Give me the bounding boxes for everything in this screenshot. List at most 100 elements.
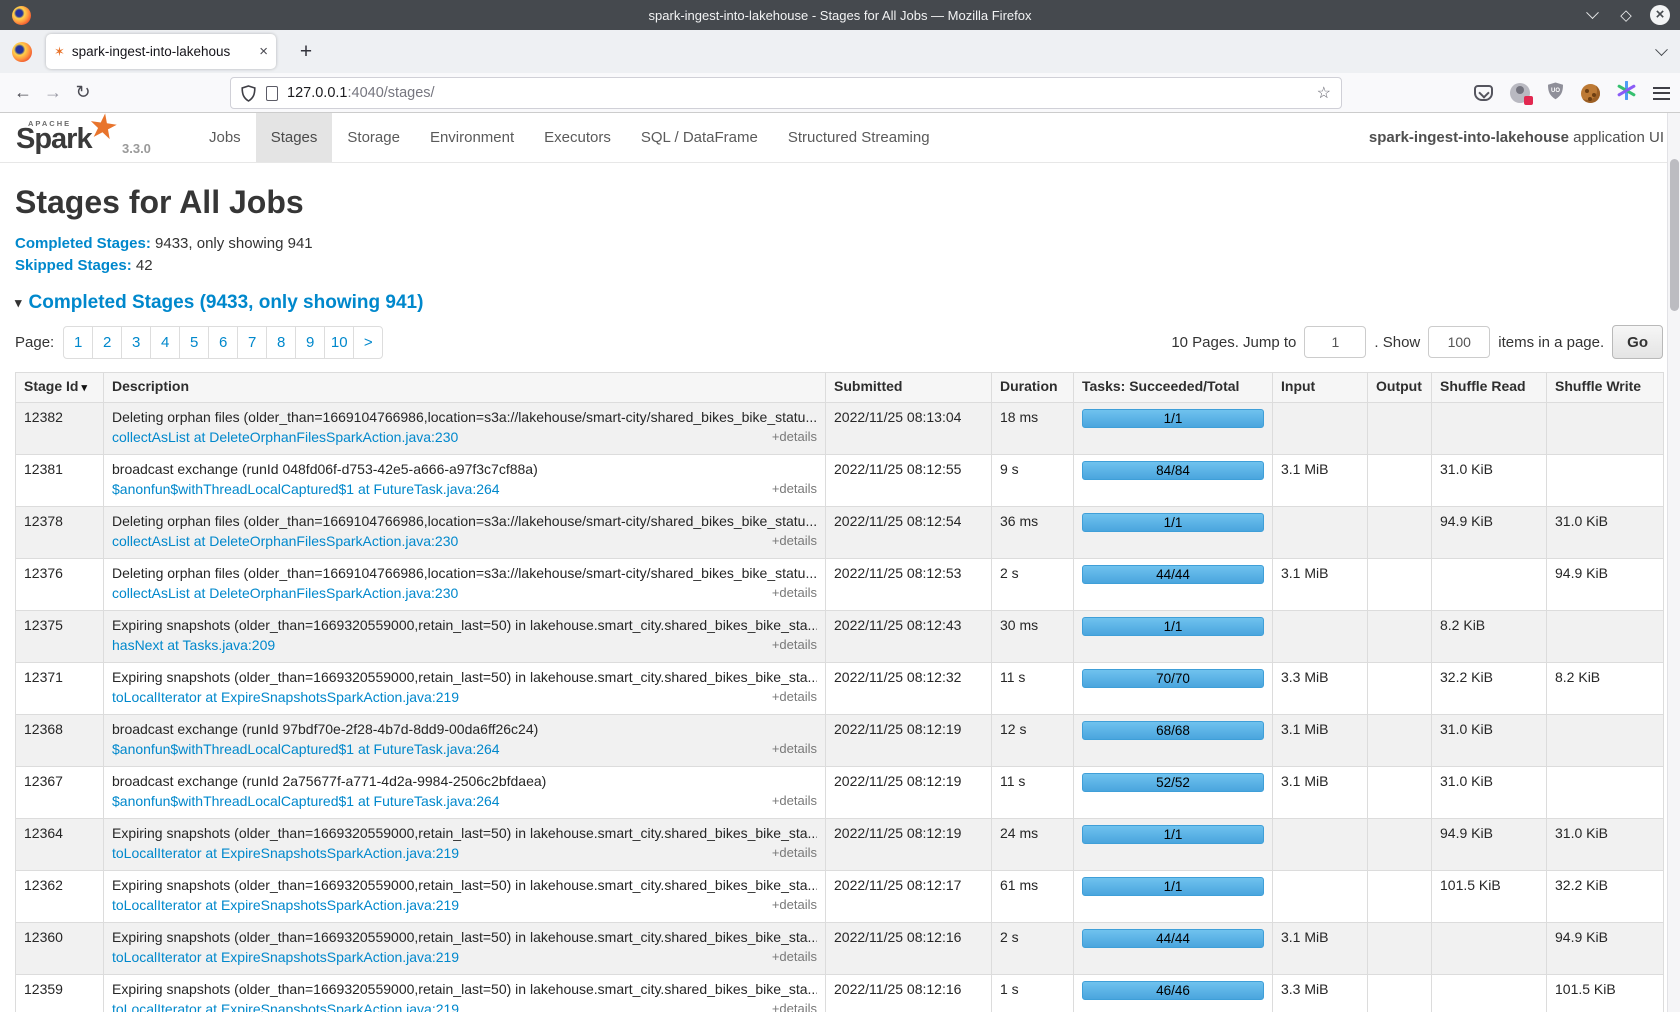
nav-tab-storage[interactable]: Storage (332, 113, 415, 162)
details-toggle[interactable]: +details (772, 741, 817, 756)
jump-to-input[interactable] (1304, 326, 1366, 358)
firefox-view-icon[interactable] (12, 42, 32, 62)
maximize-icon[interactable]: ◇ (1616, 8, 1636, 23)
new-tab-button[interactable]: + (292, 40, 320, 64)
browser-tab[interactable]: ✶ spark-ingest-into-lakehous × (46, 34, 276, 69)
details-toggle[interactable]: +details (772, 845, 817, 860)
stage-description: Deleting orphan files (older_than=166910… (112, 409, 817, 425)
column-header-duration[interactable]: Duration (992, 373, 1074, 403)
spark-logo[interactable]: APACHE ★ Spark (14, 113, 132, 162)
stage-callsite-link[interactable]: toLocalIterator at ExpireSnapshotsSparkA… (112, 1001, 459, 1012)
url-bar[interactable]: 127.0.0.1:4040/stages/ ☆ (230, 77, 1342, 109)
details-toggle[interactable]: +details (772, 533, 817, 548)
tasks-cell: 44/44 (1074, 923, 1273, 975)
hamburger-menu-icon[interactable] (1653, 87, 1670, 100)
forward-button[interactable]: → (38, 82, 68, 103)
description-cell: broadcast exchange (runId 2a75677f-a771-… (104, 767, 826, 819)
stage-callsite-link[interactable]: collectAsList at DeleteOrphanFilesSparkA… (112, 429, 458, 445)
details-toggle[interactable]: +details (772, 689, 817, 704)
nav-tab-structured-streaming[interactable]: Structured Streaming (773, 113, 945, 162)
output-cell (1368, 611, 1432, 663)
pocket-icon[interactable] (1474, 85, 1493, 101)
scrollbar-thumb[interactable] (1670, 159, 1679, 311)
details-toggle[interactable]: +details (772, 637, 817, 652)
stage-callsite-link[interactable]: collectAsList at DeleteOrphanFilesSparkA… (112, 585, 458, 601)
details-toggle[interactable]: +details (772, 585, 817, 600)
page-button-group: 12345678910> (63, 326, 383, 359)
tasks-progress-bar: 84/84 (1082, 461, 1264, 480)
stage-callsite-link[interactable]: collectAsList at DeleteOrphanFilesSparkA… (112, 533, 458, 549)
tasks-cell: 70/70 (1074, 663, 1273, 715)
page-button-4[interactable]: 4 (150, 326, 180, 359)
details-toggle[interactable]: +details (772, 949, 817, 964)
window-titlebar: spark-ingest-into-lakehouse - Stages for… (0, 0, 1680, 30)
stage-callsite-link[interactable]: toLocalIterator at ExpireSnapshotsSparkA… (112, 897, 459, 913)
asterisk-extension-icon[interactable] (1617, 81, 1636, 105)
tracking-protection-shield-icon[interactable] (241, 85, 256, 102)
column-header-stage-id[interactable]: Stage Id ▾ (16, 373, 104, 403)
page-button-10[interactable]: 10 (324, 326, 354, 359)
stage-callsite-link[interactable]: toLocalIterator at ExpireSnapshotsSparkA… (112, 949, 459, 965)
page-scrollbar[interactable] (1667, 113, 1680, 1012)
description-cell: Expiring snapshots (older_than=166932055… (104, 819, 826, 871)
completed-stages-section-header[interactable]: ▾ Completed Stages (9433, only showing 9… (15, 292, 1663, 314)
back-button[interactable]: ← (8, 82, 38, 103)
page-button-2[interactable]: 2 (92, 326, 122, 359)
column-header-shuffle-write[interactable]: Shuffle Write (1547, 373, 1664, 403)
stage-callsite-link[interactable]: $anonfun$withThreadLocalCaptured$1 at Fu… (112, 741, 500, 757)
column-header-input[interactable]: Input (1273, 373, 1368, 403)
nav-tab-jobs[interactable]: Jobs (194, 113, 256, 162)
stage-callsite-link[interactable]: $anonfun$withThreadLocalCaptured$1 at Fu… (112, 481, 500, 497)
bookmark-star-icon[interactable]: ☆ (1317, 83, 1331, 103)
stage-row-12381: 12381broadcast exchange (runId 048fd06f-… (16, 455, 1664, 507)
stages-table: Stage Id ▾DescriptionSubmittedDurationTa… (15, 372, 1664, 1012)
details-toggle[interactable]: +details (772, 481, 817, 496)
submitted-cell: 2022/11/25 08:12:54 (826, 507, 992, 559)
page-button-7[interactable]: 7 (237, 326, 267, 359)
completed-stages-link[interactable]: Completed Stages: (15, 235, 151, 252)
details-toggle[interactable]: +details (772, 429, 817, 444)
column-header-output[interactable]: Output (1368, 373, 1432, 403)
page-button-3[interactable]: 3 (121, 326, 151, 359)
stage-callsite-link[interactable]: $anonfun$withThreadLocalCaptured$1 at Fu… (112, 793, 500, 809)
page-button-1[interactable]: 1 (63, 326, 93, 359)
column-header-submitted[interactable]: Submitted (826, 373, 992, 403)
stage-callsite-link[interactable]: toLocalIterator at ExpireSnapshotsSparkA… (112, 689, 459, 705)
submitted-cell: 2022/11/25 08:12:32 (826, 663, 992, 715)
skipped-stages-link[interactable]: Skipped Stages: (15, 257, 132, 274)
account-extension-icon[interactable] (1510, 83, 1530, 103)
details-toggle[interactable]: +details (772, 1001, 817, 1012)
page-button-8[interactable]: 8 (266, 326, 296, 359)
nav-tab-sql-dataframe[interactable]: SQL / DataFrame (626, 113, 773, 162)
items-per-page-input[interactable] (1428, 326, 1490, 358)
reload-button[interactable]: ↻ (68, 82, 98, 103)
page-button-5[interactable]: 5 (179, 326, 209, 359)
details-toggle[interactable]: +details (772, 897, 817, 912)
nav-tab-executors[interactable]: Executors (529, 113, 626, 162)
input-cell: 3.1 MiB (1273, 767, 1368, 819)
page-button-9[interactable]: 9 (295, 326, 325, 359)
cookie-extension-icon[interactable] (1581, 84, 1600, 103)
page-next-button[interactable]: > (353, 326, 383, 359)
shuffle-read-cell: 94.9 KiB (1432, 819, 1547, 871)
page-info-icon[interactable] (266, 86, 278, 101)
stage-callsite-link[interactable]: toLocalIterator at ExpireSnapshotsSparkA… (112, 845, 459, 861)
adblock-shield-icon[interactable]: UO (1547, 82, 1564, 105)
output-cell (1368, 871, 1432, 923)
shuffle-read-cell: 31.0 KiB (1432, 767, 1547, 819)
column-header-shuffle-read[interactable]: Shuffle Read (1432, 373, 1547, 403)
column-header-description[interactable]: Description (104, 373, 826, 403)
close-icon[interactable]: × (1650, 5, 1670, 25)
tab-close-icon[interactable]: × (259, 43, 268, 60)
nav-tab-stages[interactable]: Stages (256, 113, 333, 162)
details-toggle[interactable]: +details (772, 793, 817, 808)
column-header-tasks-succeeded-total[interactable]: Tasks: Succeeded/Total (1074, 373, 1273, 403)
section-title: Completed Stages (9433, only showing 941… (29, 292, 424, 314)
minimize-icon[interactable] (1582, 8, 1602, 23)
stage-callsite-link[interactable]: hasNext at Tasks.java:209 (112, 637, 275, 653)
go-button[interactable]: Go (1612, 325, 1663, 359)
url-path: :4040/stages/ (347, 85, 434, 101)
nav-tab-environment[interactable]: Environment (415, 113, 529, 162)
page-button-6[interactable]: 6 (208, 326, 238, 359)
tabs-dropdown-icon[interactable] (1657, 44, 1666, 62)
